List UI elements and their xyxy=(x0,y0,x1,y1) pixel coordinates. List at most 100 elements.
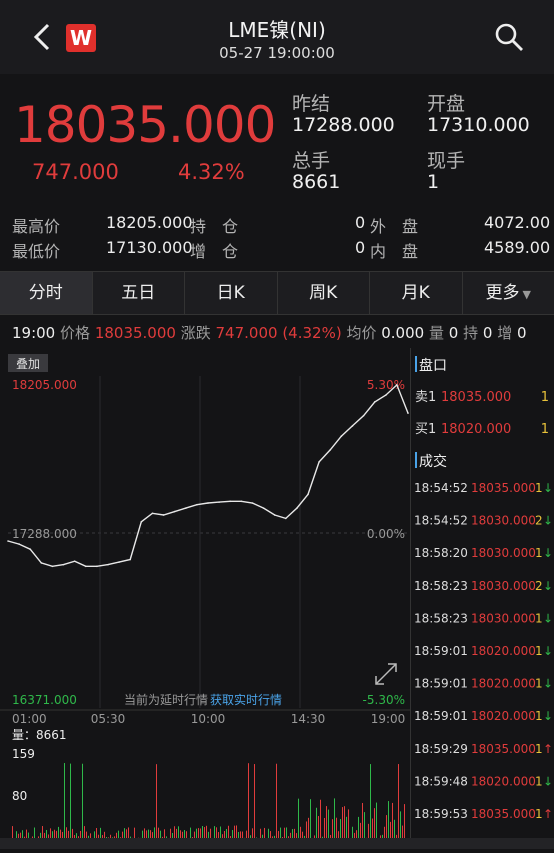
info-change: 747.000 (4.32%) xyxy=(216,324,342,342)
tab-weekly-k[interactable]: 周K xyxy=(278,272,371,314)
pct-axis-bottom: -5.30% xyxy=(363,693,405,707)
volume-bar xyxy=(248,763,249,843)
trade-qty: 1 xyxy=(535,481,543,495)
pct-axis-mid: 0.00% xyxy=(367,527,405,541)
price-point xyxy=(163,514,165,516)
order-book-marker xyxy=(415,356,417,372)
trade-price: 18020.000 xyxy=(471,644,536,658)
tab-daily-k[interactable]: 日K xyxy=(185,272,278,314)
info-vol: 0 xyxy=(449,324,459,342)
arrow-down-icon: ↓ xyxy=(543,644,553,658)
price-point xyxy=(141,521,143,523)
info-avg-label: 均价 xyxy=(346,324,376,342)
tab-more-label: 更多 xyxy=(486,283,520,303)
x-tick-label: 14:30 xyxy=(291,712,326,726)
trade-qty: 1 xyxy=(535,546,543,560)
price-point xyxy=(174,511,176,513)
arrow-down-icon: ↓ xyxy=(543,579,553,593)
volume-axis-top: 159 xyxy=(12,747,35,761)
info-inc-label: 增 xyxy=(497,324,512,342)
arrow-down-icon: ↓ xyxy=(543,481,553,495)
info-price-label: 价格 xyxy=(60,324,90,342)
high-value: 18205.000 xyxy=(106,213,193,232)
price-change-pct: 4.32% xyxy=(178,160,245,184)
chart-grid xyxy=(0,376,410,710)
volume-bar xyxy=(388,801,389,843)
bottom-nav-bar xyxy=(0,838,554,849)
price-point xyxy=(296,507,298,509)
info-inc: 0 xyxy=(517,324,527,342)
period-tabs: 分时 五日 日K 周K 月K 更多▼ xyxy=(0,271,554,315)
expand-icon[interactable] xyxy=(376,664,396,684)
search-icon[interactable] xyxy=(494,22,524,52)
volume-bar xyxy=(70,764,71,843)
price-point xyxy=(341,435,343,437)
order-book-side: 卖1 xyxy=(415,390,436,405)
price-point xyxy=(129,559,131,561)
trade-qty: 2 xyxy=(535,579,543,593)
tab-more[interactable]: 更多▼ xyxy=(463,272,554,314)
intraday-chart[interactable]: 叠加 18205.000 17288.000 16371.000 5.30% 0… xyxy=(0,348,410,849)
price-point xyxy=(18,543,20,545)
volume-bar xyxy=(254,764,255,843)
order-book-rows: 卖118035.0001买118020.0001 xyxy=(415,390,549,437)
trade-price: 18030.000 xyxy=(471,514,536,528)
trade-qty: 1 xyxy=(535,742,543,756)
order-panel-svg: 盘口 卖118035.0001买118020.0001 成交 18:54:521… xyxy=(411,348,554,849)
volume-bar xyxy=(392,803,393,843)
info-avg: 0.000 xyxy=(381,324,424,342)
price-point xyxy=(7,540,9,542)
trade-qty: 1 xyxy=(535,774,543,788)
crosshair-info-bar: 19:00 价格 18035.000 涨跌 747.000 (4.32%) 均价… xyxy=(12,322,527,343)
trade-price: 18020.000 xyxy=(471,774,536,788)
price-point xyxy=(318,461,320,463)
arrow-up-icon: ↑ xyxy=(543,742,553,756)
price-point xyxy=(152,512,154,514)
tab-intraday[interactable]: 分时 xyxy=(0,272,93,314)
volume-bar xyxy=(156,764,157,843)
x-tick-label: 05:30 xyxy=(91,712,126,726)
volume-bar xyxy=(362,803,363,843)
trade-price: 18020.000 xyxy=(471,709,536,723)
volume-bar xyxy=(276,764,277,843)
total-volume-value: 8661 xyxy=(292,171,340,193)
info-vol-label: 量 xyxy=(429,324,444,342)
arrow-down-icon: ↓ xyxy=(543,677,553,691)
price-point xyxy=(385,394,387,396)
volume-bars-layer xyxy=(10,763,405,843)
last-price: 18035.000 xyxy=(14,96,275,154)
trade-qty: 1 xyxy=(535,611,543,625)
trade-time: 18:54:52 xyxy=(414,481,468,495)
overlay-button[interactable]: 叠加 xyxy=(16,357,40,371)
tab-monthly-k[interactable]: 月K xyxy=(370,272,463,314)
trade-price: 18035.000 xyxy=(471,807,536,821)
page-title: LME镍(NI) xyxy=(0,14,554,43)
price-point xyxy=(196,504,198,506)
price-point xyxy=(274,514,276,516)
arrow-down-icon: ↓ xyxy=(543,611,553,625)
price-point xyxy=(374,401,376,403)
arrow-down-icon: ↓ xyxy=(543,546,553,560)
trade-price: 18030.000 xyxy=(471,579,536,593)
volume-axis-mid: 80 xyxy=(12,789,27,803)
inner-value: 4589.00 xyxy=(484,238,550,257)
price-point xyxy=(207,502,209,504)
volume-bar xyxy=(298,799,299,843)
caret-down-icon: ▼ xyxy=(523,288,531,301)
tab-five-day[interactable]: 五日 xyxy=(93,272,186,314)
price-point xyxy=(352,425,354,427)
low-value: 17130.000 xyxy=(106,238,193,257)
price-point xyxy=(396,384,398,386)
total-volume-label: 总手 xyxy=(292,146,330,173)
trade-time: 18:58:23 xyxy=(414,611,468,625)
arrow-up-icon: ↑ xyxy=(543,807,553,821)
price-point xyxy=(85,566,87,568)
info-time: 19:00 xyxy=(12,324,55,342)
trade-time: 18:59:29 xyxy=(414,742,468,756)
price-point xyxy=(407,412,409,414)
x-tick-label: 10:00 xyxy=(191,712,226,726)
trade-time: 18:59:48 xyxy=(414,774,468,788)
realtime-link[interactable]: 获取实时行情 xyxy=(210,692,282,707)
price-point xyxy=(363,415,365,417)
volume-bar xyxy=(82,764,83,843)
